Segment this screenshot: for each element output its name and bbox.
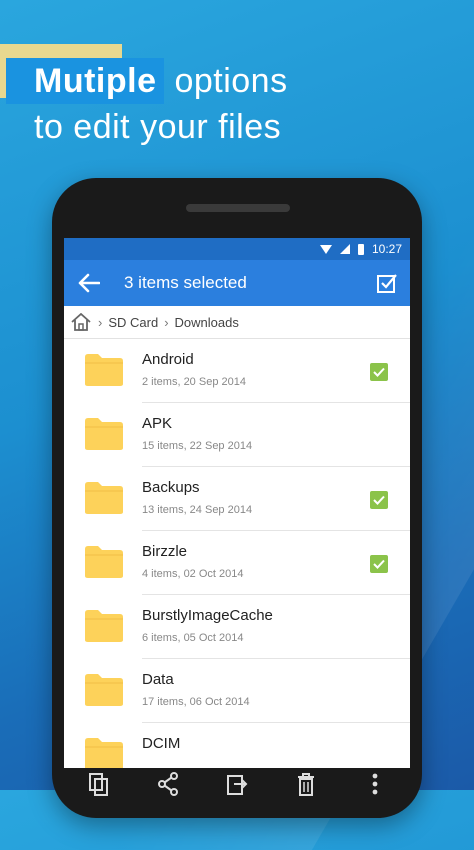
file-info: APK 15 items, 22 Sep 2014	[142, 415, 410, 452]
phone-screen: 10:27 3 items selected › SD Card › Downl…	[64, 238, 410, 798]
signal-icon	[339, 244, 350, 254]
status-time: 10:27	[371, 242, 402, 256]
breadcrumb-sd-card[interactable]: SD Card	[108, 315, 158, 330]
folder-icon	[84, 545, 124, 579]
headline-rest: options	[174, 62, 288, 100]
file-info: Data 17 items, 06 Oct 2014	[142, 671, 410, 708]
battery-icon	[357, 243, 364, 255]
app-bar: 3 items selected	[64, 260, 410, 306]
select-all-icon[interactable]	[374, 270, 400, 296]
file-info: DCIM	[142, 735, 410, 752]
wifi-icon	[319, 244, 332, 254]
file-name: DCIM	[142, 735, 181, 752]
breadcrumb-downloads[interactable]: Downloads	[175, 315, 239, 330]
list-item[interactable]: BurstlyImageCache 6 items, 05 Oct 2014	[64, 595, 410, 659]
headline-highlight: Mutiple	[6, 58, 165, 104]
list-item[interactable]: Android 2 items, 20 Sep 2014	[64, 339, 410, 403]
back-arrow-icon[interactable]	[76, 270, 102, 296]
move-icon[interactable]	[225, 772, 249, 798]
breadcrumb: › SD Card › Downloads	[64, 306, 410, 339]
file-name: APK	[142, 415, 173, 432]
phone-frame: 10:27 3 items selected › SD Card › Downl…	[52, 178, 422, 818]
home-icon[interactable]	[70, 312, 92, 332]
delete-icon[interactable]	[294, 772, 318, 798]
copy-icon[interactable]	[87, 772, 111, 798]
file-name: Data	[142, 671, 174, 688]
share-icon[interactable]	[156, 772, 180, 798]
folder-icon	[84, 353, 124, 387]
folder-icon	[84, 481, 124, 515]
list-item[interactable]: Backups 13 items, 24 Sep 2014	[64, 467, 410, 531]
action-toolbar	[64, 768, 410, 798]
list-item[interactable]: APK 15 items, 22 Sep 2014	[64, 403, 410, 467]
checkbox-checked-icon[interactable]	[370, 363, 388, 381]
folder-icon	[84, 673, 124, 707]
chevron-right-icon: ›	[98, 314, 103, 330]
list-item[interactable]: Birzzle 4 items, 02 Oct 2014	[64, 531, 410, 595]
checkbox-checked-icon[interactable]	[370, 491, 388, 509]
file-meta: 17 items, 06 Oct 2014	[142, 696, 250, 708]
chevron-right-icon: ›	[164, 314, 169, 330]
more-icon[interactable]	[363, 772, 387, 798]
status-bar: 10:27	[64, 238, 410, 260]
headline-line2: to edit your files	[34, 108, 282, 146]
promo-headline: Mutiple options to edit your files	[6, 58, 288, 150]
file-meta: 15 items, 22 Sep 2014	[142, 440, 253, 452]
phone-speaker	[186, 204, 290, 212]
folder-icon	[84, 737, 124, 771]
file-info: BurstlyImageCache 6 items, 05 Oct 2014	[142, 607, 410, 644]
list-item[interactable]: Data 17 items, 06 Oct 2014	[64, 659, 410, 723]
checkbox-checked-icon[interactable]	[370, 555, 388, 573]
file-name: BurstlyImageCache	[142, 607, 273, 624]
file-list: Android 2 items, 20 Sep 2014 APK 15 items, …	[64, 339, 410, 787]
file-meta: 6 items, 05 Oct 2014	[142, 632, 244, 644]
folder-icon	[84, 609, 124, 643]
folder-icon	[84, 417, 124, 451]
selection-title: 3 items selected	[124, 273, 247, 292]
